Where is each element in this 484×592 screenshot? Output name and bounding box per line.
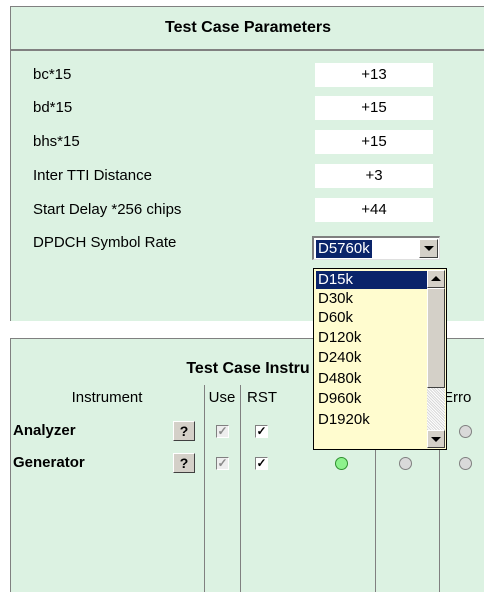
param-value-start-delay[interactable]: +44 xyxy=(315,198,433,222)
column-header-rst: RST xyxy=(247,389,277,406)
symbol-rate-option[interactable]: D1920k xyxy=(316,411,428,429)
param-value-bd[interactable]: +15 xyxy=(315,96,433,120)
chevron-down-icon xyxy=(424,246,434,251)
symbol-rate-selected: D5760k xyxy=(316,240,372,258)
param-label-bd: bd*15 xyxy=(33,99,73,116)
column-divider xyxy=(240,385,241,592)
column-header-error: Erro xyxy=(443,389,472,406)
analyzer-help-button[interactable]: ? xyxy=(173,421,195,441)
symbol-rate-option[interactable]: D120k xyxy=(316,329,428,347)
symbol-rate-option[interactable]: D15k xyxy=(316,271,428,289)
scroll-down-button[interactable] xyxy=(427,430,445,448)
symbol-rate-option[interactable]: D240k xyxy=(316,349,428,367)
param-value-bhs[interactable]: +15 xyxy=(315,130,433,154)
generator-status-radio[interactable] xyxy=(335,457,348,470)
chevron-down-icon xyxy=(431,437,441,442)
param-label-inter-tti: Inter TTI Distance xyxy=(33,167,152,184)
instrument-name-analyzer: Analyzer xyxy=(13,422,76,439)
chevron-up-icon xyxy=(431,276,441,281)
symbol-rate-option[interactable]: D960k xyxy=(316,390,428,408)
param-value-bc[interactable]: +13 xyxy=(315,63,433,87)
generator-option-radio[interactable] xyxy=(399,457,412,470)
param-value-inter-tti[interactable]: +3 xyxy=(315,164,433,188)
param-label-bc: bc*15 xyxy=(33,66,72,83)
symbol-rate-options-list[interactable]: D15k D30k D60k D120k D240k D480k D960k D… xyxy=(313,268,447,450)
param-label-bhs: bhs*15 xyxy=(33,133,80,150)
analyzer-rst-checkbox[interactable]: ✓ xyxy=(255,425,268,438)
symbol-rate-option[interactable]: D30k xyxy=(316,290,428,308)
scroll-up-button[interactable] xyxy=(427,270,445,288)
param-label-symbol-rate: DPDCH Symbol Rate xyxy=(33,234,177,251)
symbol-rate-dropdown-button[interactable] xyxy=(419,239,438,258)
instrument-name-generator: Generator xyxy=(13,454,85,471)
symbol-rate-option[interactable]: D480k xyxy=(316,370,428,388)
analyzer-use-checkbox[interactable]: ✓ xyxy=(216,425,229,438)
test-case-window: Test Case Parameters bc*15 +13 bd*15 +15… xyxy=(0,0,484,592)
dropdown-scrollbar[interactable] xyxy=(427,270,445,448)
scrollbar-thumb[interactable] xyxy=(427,288,445,388)
generator-rst-checkbox[interactable]: ✓ xyxy=(255,457,268,470)
column-header-use: Use xyxy=(208,389,236,406)
param-label-start-delay: Start Delay *256 chips xyxy=(33,201,182,218)
analyzer-error-radio[interactable] xyxy=(459,425,472,438)
column-divider xyxy=(204,385,205,592)
symbol-rate-option[interactable]: D60k xyxy=(316,309,428,327)
column-header-instrument: Instrument xyxy=(71,389,143,406)
generator-error-radio[interactable] xyxy=(459,457,472,470)
generator-help-button[interactable]: ? xyxy=(173,453,195,473)
parameters-title: Test Case Parameters xyxy=(11,7,484,51)
generator-use-checkbox[interactable]: ✓ xyxy=(216,457,229,470)
symbol-rate-select[interactable]: D5760k xyxy=(312,236,440,260)
